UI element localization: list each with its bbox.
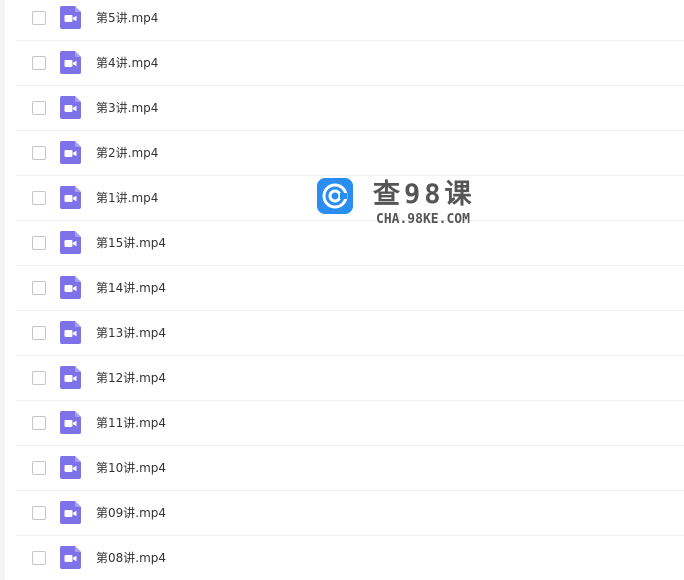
video-file-icon (60, 501, 81, 524)
video-file-icon (60, 186, 81, 209)
file-row[interactable]: 第4讲.mp4 (16, 41, 684, 86)
video-file-icon (60, 96, 81, 119)
file-checkbox[interactable] (32, 326, 46, 340)
file-list: 第5讲.mp4 第4讲.mp4 第3讲.mp4 第2讲.mp4 第1讲.mp4 第15讲.… (16, 0, 684, 580)
file-checkbox[interactable] (32, 371, 46, 385)
file-name[interactable]: 第09讲.mp4 (96, 505, 166, 521)
file-checkbox[interactable] (32, 191, 46, 205)
file-row[interactable]: 第14讲.mp4 (16, 266, 684, 311)
sidebar-edge (0, 0, 5, 580)
video-file-icon (60, 6, 81, 29)
file-row[interactable]: 第12讲.mp4 (16, 356, 684, 401)
video-file-icon (60, 141, 81, 164)
video-file-icon (60, 51, 81, 74)
file-checkbox[interactable] (32, 146, 46, 160)
file-name[interactable]: 第14讲.mp4 (96, 280, 166, 296)
file-name[interactable]: 第12讲.mp4 (96, 370, 166, 386)
file-name[interactable]: 第11讲.mp4 (96, 415, 166, 431)
file-name[interactable]: 第1讲.mp4 (96, 190, 158, 206)
file-name[interactable]: 第08讲.mp4 (96, 550, 166, 566)
file-name[interactable]: 第2讲.mp4 (96, 145, 158, 161)
watermark-url: CHA.98KE.COM (376, 212, 470, 227)
file-name[interactable]: 第10讲.mp4 (96, 460, 166, 476)
file-row[interactable]: 第5讲.mp4 (16, 0, 684, 41)
watermark: 查98课 CHA.98KE.COM (317, 174, 497, 230)
file-checkbox[interactable] (32, 236, 46, 250)
watermark-title: 查98课 (373, 179, 476, 210)
video-file-icon (60, 231, 81, 254)
file-row[interactable]: 第13讲.mp4 (16, 311, 684, 356)
file-checkbox[interactable] (32, 101, 46, 115)
file-name[interactable]: 第15讲.mp4 (96, 235, 166, 251)
file-row[interactable]: 第11讲.mp4 (16, 401, 684, 446)
file-checkbox[interactable] (32, 56, 46, 70)
file-browser: 第5讲.mp4 第4讲.mp4 第3讲.mp4 第2讲.mp4 第1讲.mp4 第15讲.… (0, 0, 684, 580)
file-checkbox[interactable] (32, 461, 46, 475)
file-row[interactable]: 第09讲.mp4 (16, 491, 684, 536)
video-file-icon (60, 411, 81, 434)
video-file-icon (60, 276, 81, 299)
file-name[interactable]: 第5讲.mp4 (96, 10, 158, 26)
file-row[interactable]: 第10讲.mp4 (16, 446, 684, 491)
file-checkbox[interactable] (32, 11, 46, 25)
video-file-icon (60, 546, 81, 569)
watermark-logo-icon (317, 178, 353, 214)
file-name[interactable]: 第3讲.mp4 (96, 100, 158, 116)
file-checkbox[interactable] (32, 281, 46, 295)
file-checkbox[interactable] (32, 416, 46, 430)
file-row[interactable]: 第3讲.mp4 (16, 86, 684, 131)
video-file-icon (60, 456, 81, 479)
file-checkbox[interactable] (32, 551, 46, 565)
video-file-icon (60, 321, 81, 344)
file-checkbox[interactable] (32, 506, 46, 520)
file-row[interactable]: 第08讲.mp4 (16, 536, 684, 580)
file-name[interactable]: 第13讲.mp4 (96, 325, 166, 341)
file-name[interactable]: 第4讲.mp4 (96, 55, 158, 71)
file-row[interactable]: 第2讲.mp4 (16, 131, 684, 176)
video-file-icon (60, 366, 81, 389)
